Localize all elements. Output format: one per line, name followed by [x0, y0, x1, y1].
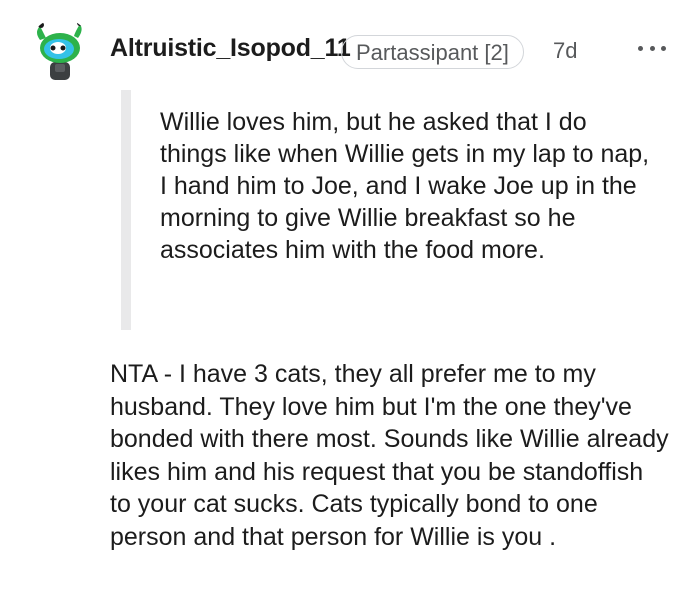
more-options-icon[interactable] [634, 36, 670, 60]
snoo-avatar-icon [28, 18, 92, 82]
user-avatar[interactable] [28, 18, 92, 82]
user-flair-badge: Partassipant [2] [341, 35, 524, 69]
username[interactable]: Altruistic_Isopod_11 [110, 34, 351, 63]
comment-header: Altruistic_Isopod_11 Partassipant [2] 7d [0, 0, 700, 100]
comment-age: 7d [553, 38, 578, 63]
comment-body: NTA - I have 3 cats, they all prefer me … [110, 360, 669, 551]
quoted-text: Willie loves him, but he asked that I do… [160, 108, 650, 264]
quote-bar [121, 90, 131, 330]
